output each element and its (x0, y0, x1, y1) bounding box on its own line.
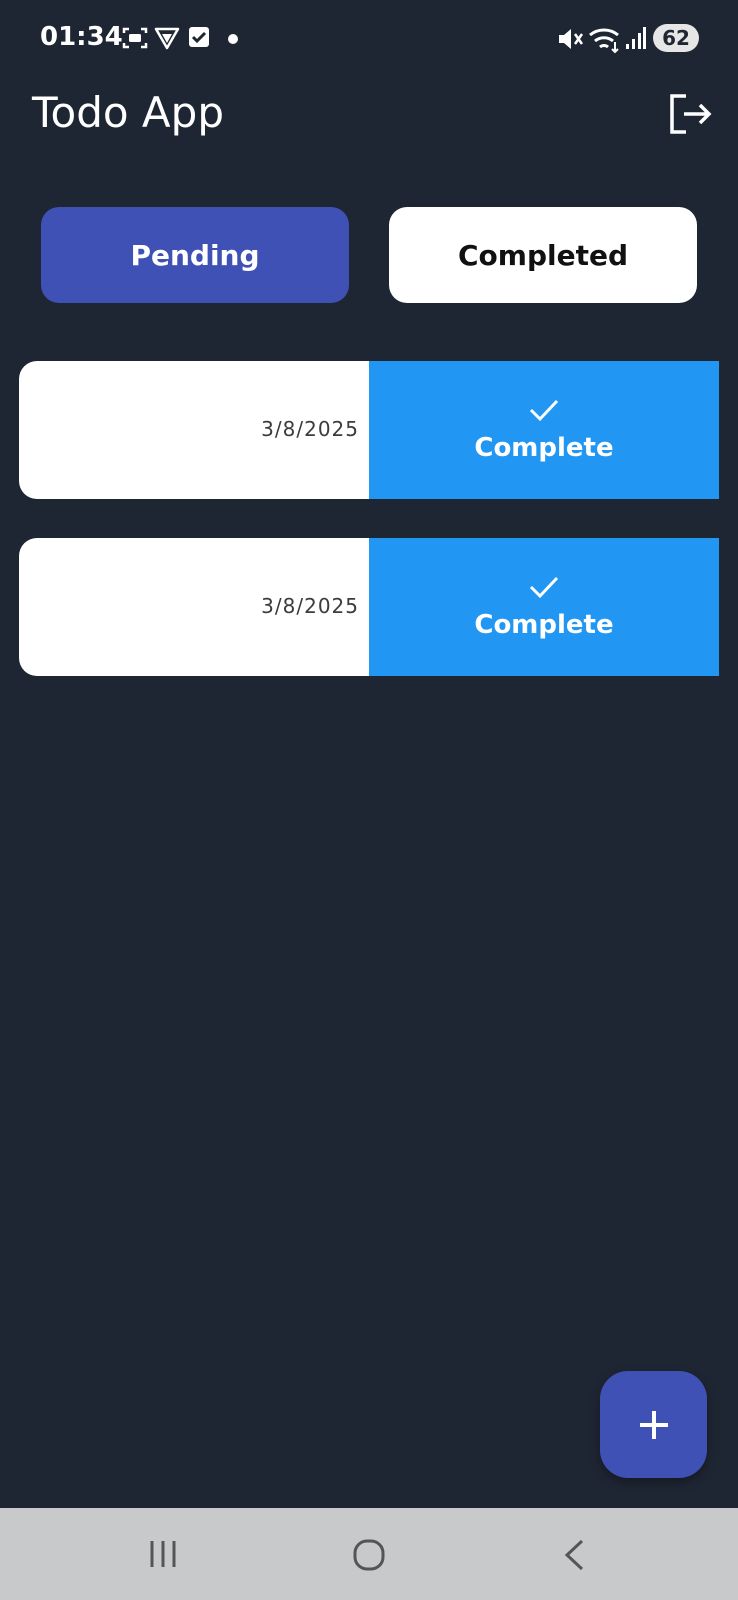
tab-pending-label: Pending (130, 238, 260, 272)
checkbox-notification-icon (189, 27, 209, 47)
tab-completed[interactable]: Completed (389, 207, 697, 303)
add-todo-button[interactable] (600, 1371, 707, 1478)
logout-icon[interactable] (668, 92, 712, 136)
check-icon (529, 399, 559, 422)
check-icon (529, 576, 559, 599)
todo-date: 3/8/2025 (261, 594, 359, 618)
system-nav-bar (0, 1508, 738, 1600)
complete-label: Complete (474, 433, 614, 463)
notification-dot (228, 34, 238, 44)
todo-item[interactable]: 3/8/2025 Complete (19, 361, 719, 499)
complete-button[interactable]: Complete (369, 361, 719, 499)
recents-icon[interactable] (146, 1538, 180, 1570)
tab-completed-label: Completed (457, 238, 628, 272)
complete-label: Complete (474, 610, 614, 640)
page-title: Todo App (32, 88, 224, 137)
mute-icon (559, 29, 584, 49)
complete-button[interactable]: Complete (369, 538, 719, 676)
vpn-shield-icon (154, 27, 180, 50)
todo-item[interactable]: 3/8/2025 Complete (19, 538, 719, 676)
todo-card-body[interactable]: 3/8/2025 (19, 538, 389, 676)
status-bar: 01:34 62 (0, 0, 738, 78)
home-icon[interactable] (352, 1538, 386, 1572)
todo-date: 3/8/2025 (261, 417, 359, 441)
back-icon[interactable] (562, 1538, 588, 1572)
battery-icon: 62 (653, 24, 699, 52)
screenshot-icon (122, 27, 148, 49)
status-time: 01:34 (40, 22, 123, 52)
plus-icon (639, 1410, 668, 1439)
todo-card-body[interactable]: 3/8/2025 (19, 361, 389, 499)
wifi-icon (589, 28, 619, 54)
tab-pending[interactable]: Pending (41, 207, 349, 303)
signal-icon (626, 27, 646, 49)
